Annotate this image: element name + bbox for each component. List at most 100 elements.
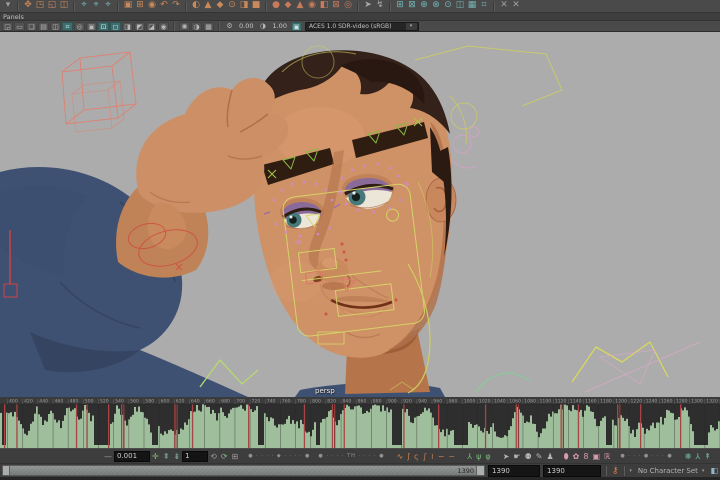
raise-tool-icon[interactable]: ↟: [704, 450, 711, 463]
tolerance-field[interactable]: [114, 450, 150, 462]
close-b-icon[interactable]: ✕: [510, 0, 522, 11]
shadows-icon[interactable]: ◑: [191, 21, 202, 31]
two-d-pan-zoom-icon[interactable]: ⌗: [62, 21, 73, 31]
time-slider-track[interactable]: 400 420 440 460 480 500 520 540 560 580 600 620 640 6…: [0, 397, 720, 448]
undo-icon[interactable]: ↶: [158, 0, 170, 11]
render-settings-icon[interactable]: ◆: [214, 0, 226, 11]
constrain-icon[interactable]: ◉: [306, 0, 318, 11]
gate-mask-icon[interactable]: ◻: [110, 21, 121, 31]
rig-tool-icon[interactable]: ⅄: [695, 450, 700, 463]
slider-b-slider[interactable]: ● · · · ● · · · ●: [620, 453, 672, 459]
color-management-icon[interactable]: ▣: [290, 21, 302, 31]
panels-menu[interactable]: Panels: [3, 13, 24, 21]
r-tool-icon[interactable]: ℝ: [604, 450, 610, 463]
grid-display-icon[interactable]: ⊞: [394, 0, 406, 11]
cluster-icon[interactable]: ◧: [318, 0, 330, 11]
gamma-value[interactable]: 1.00: [272, 22, 286, 30]
toon-shader-icon[interactable]: ◨: [238, 0, 250, 11]
sculpt-icon[interactable]: ◎: [342, 0, 354, 11]
figure8-tool-icon[interactable]: 8: [583, 450, 588, 463]
tangent-step-icon[interactable]: ≀: [431, 450, 434, 463]
time-slider[interactable]: 400 420 440 460 480 500 520 540 560 580 600 620 640 6…: [0, 397, 720, 448]
hypershade-icon[interactable]: ■: [250, 0, 262, 11]
oversampling-icon[interactable]: ◎: [74, 21, 85, 31]
select-component-icon[interactable]: ◱: [46, 0, 58, 11]
grid-snap-icon[interactable]: ⊞: [232, 450, 239, 463]
tangent-plateau-icon[interactable]: ∽: [438, 450, 445, 463]
hash-snap-icon[interactable]: ⌗: [478, 0, 490, 11]
make-live-icon[interactable]: ◫: [454, 0, 466, 11]
live-surface-icon[interactable]: ⊙: [442, 0, 454, 11]
curve-snap-icon[interactable]: ⊠: [406, 0, 418, 11]
tangent-clamped-icon[interactable]: ʃ: [407, 450, 410, 463]
rigid-body-icon[interactable]: ◆: [282, 0, 294, 11]
measure-tool-icon[interactable]: ↯: [374, 0, 386, 11]
slider-th-slider[interactable]: ● · · · · TH · · · · ●: [318, 453, 384, 459]
range-slider[interactable]: 1390: [2, 465, 486, 476]
walk-tool-icon[interactable]: ♟: [546, 450, 553, 463]
nudge-minus-icon[interactable]: —: [104, 450, 112, 463]
redo-icon[interactable]: ↷: [170, 0, 182, 11]
blob-tool-icon[interactable]: ⬮: [564, 450, 569, 463]
range-slider-handle[interactable]: [476, 466, 485, 475]
lighting-icon[interactable]: ✺: [179, 21, 190, 31]
viewport-3d[interactable]: persp: [0, 32, 720, 397]
color-space-dropdown[interactable]: ACES 1.0 SDR-video (sRGB) ▾: [304, 21, 419, 31]
point-tool-icon[interactable]: ⚉: [525, 450, 532, 463]
save-scene-icon[interactable]: ◉: [146, 0, 158, 11]
auto-keyframe-icon[interactable]: ◧: [710, 466, 718, 475]
spray-tool-icon[interactable]: ✎: [536, 450, 543, 463]
soft-body-icon[interactable]: ▲: [294, 0, 306, 11]
snap-curve-icon[interactable]: ⌖: [90, 0, 102, 11]
gamma-icon[interactable]: ◑: [257, 22, 268, 31]
lattice-icon[interactable]: ⊠: [330, 0, 342, 11]
lasso-select-icon[interactable]: ◫: [58, 0, 70, 11]
render-view-icon[interactable]: ◐: [190, 0, 202, 11]
loop-toggle-icon[interactable]: ⟲: [210, 450, 217, 463]
anim-end-field[interactable]: [543, 464, 602, 477]
exposure-icon[interactable]: ⚙: [224, 22, 235, 31]
safe-action-icon[interactable]: ◩: [134, 21, 145, 31]
tangent-auto-icon[interactable]: ~: [449, 450, 456, 463]
resolution-gate-icon[interactable]: ⊡: [98, 21, 109, 31]
snap-point-icon[interactable]: ⌖: [102, 0, 114, 11]
key-down-icon[interactable]: ⇟: [173, 450, 180, 463]
character-set-dropdown[interactable]: No Character Set ▾: [635, 467, 708, 475]
tangent-flat-icon[interactable]: ∫: [423, 450, 427, 463]
bloom-tool-icon[interactable]: ❋: [685, 450, 692, 463]
selection-mask-handle-icon[interactable]: ▾: [2, 0, 14, 11]
refresh-keys-icon[interactable]: ⟳: [221, 450, 228, 463]
open-scene-icon[interactable]: ⊞: [134, 0, 146, 11]
select-object-icon[interactable]: ◳: [34, 0, 46, 11]
play-tool-icon[interactable]: ➤: [362, 0, 374, 11]
camera-attributes-icon[interactable]: ❏: [26, 21, 37, 31]
playback-end-field[interactable]: [488, 464, 541, 477]
add-key-icon[interactable]: ✛: [152, 450, 159, 463]
snap-grid-icon[interactable]: ⌖: [78, 0, 90, 11]
bookmark-icon[interactable]: ▤: [38, 21, 49, 31]
lock-camera-icon[interactable]: ▭: [14, 21, 25, 31]
tangent-spline-icon[interactable]: ∿: [397, 450, 404, 463]
select-camera-icon[interactable]: ◲: [2, 21, 13, 31]
key-up-icon[interactable]: ⇞: [163, 450, 170, 463]
field-chart-icon[interactable]: ◨: [122, 21, 133, 31]
safe-title-icon[interactable]: ◪: [146, 21, 157, 31]
box-tool-icon[interactable]: ▣: [592, 450, 600, 463]
image-plane-icon[interactable]: ◫: [50, 21, 61, 31]
grab-tool-icon[interactable]: ☛: [513, 450, 520, 463]
cursor-tool-icon[interactable]: ➤: [503, 450, 510, 463]
film-gate-icon[interactable]: ▣: [86, 21, 97, 31]
view-axis-icon[interactable]: ▦: [466, 0, 478, 11]
slider-a-slider[interactable]: ● · · · · ◆ · · · · ●: [248, 453, 310, 459]
character-key-icon[interactable]: ⚷: [612, 465, 619, 477]
new-scene-icon[interactable]: ▣: [122, 0, 134, 11]
construction-history-icon[interactable]: ●: [270, 0, 282, 11]
tangent-linear-icon[interactable]: ς: [414, 450, 419, 463]
scene-3d[interactable]: [0, 32, 720, 397]
step-field[interactable]: [182, 450, 209, 462]
foot-tool-icon[interactable]: ✿: [573, 450, 580, 463]
chevron-down-icon[interactable]: ▾: [629, 468, 632, 474]
pose-tool-icon[interactable]: ⅄: [467, 450, 472, 463]
trail-tool-icon[interactable]: ψ: [476, 450, 481, 463]
path-tool-icon[interactable]: φ: [485, 450, 490, 463]
